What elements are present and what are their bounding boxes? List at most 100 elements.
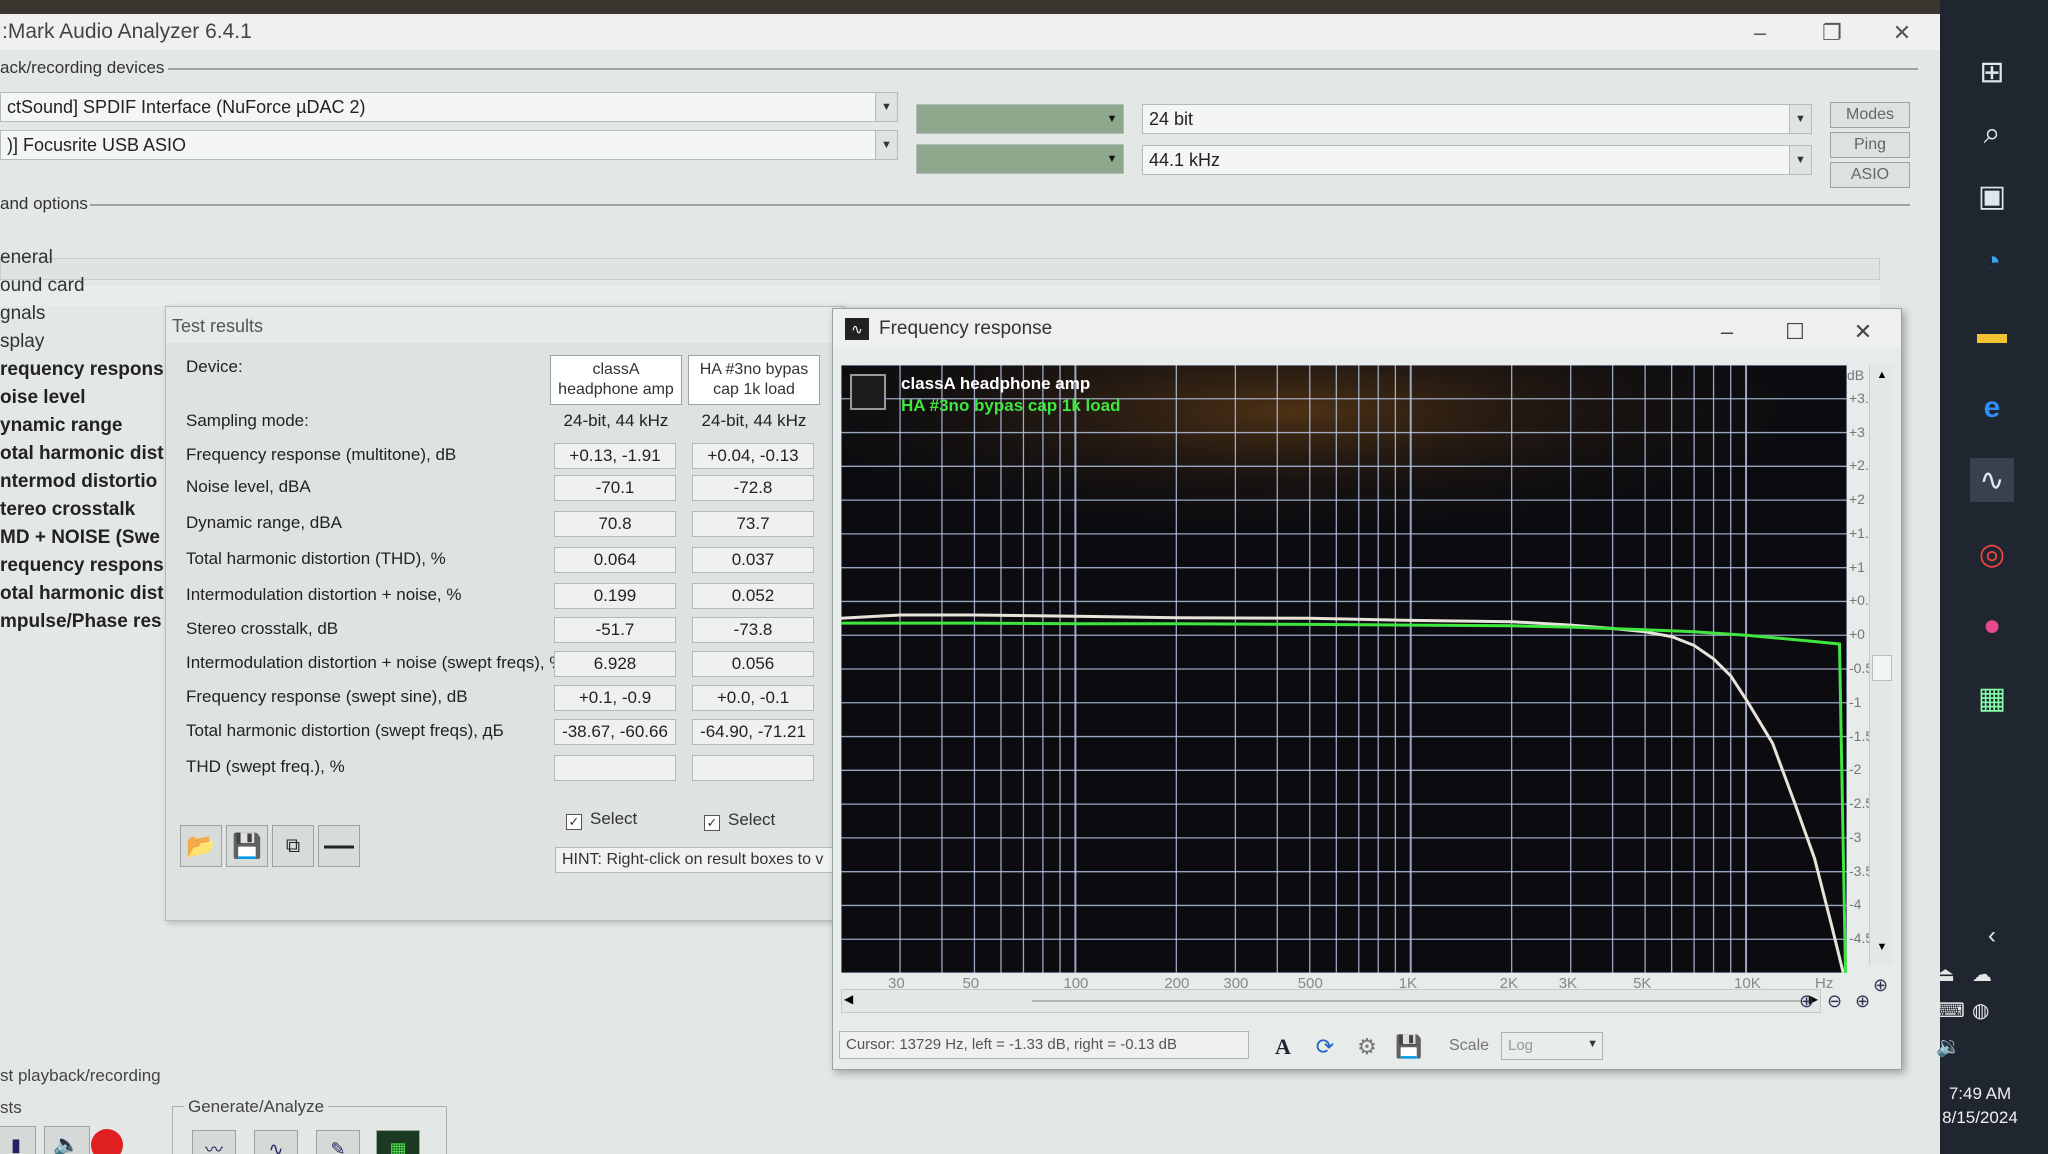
result-box[interactable]: -51.7	[554, 617, 676, 643]
asio-button[interactable]: ASIO	[1830, 162, 1910, 188]
nav-item-general[interactable]: eneral	[0, 244, 170, 272]
result-box[interactable]: -70.1	[554, 475, 676, 501]
nav-item-sound-card[interactable]: ound card	[0, 272, 170, 300]
tool-button[interactable]: ▮	[0, 1126, 36, 1154]
maximize-icon[interactable]: ❐	[1812, 20, 1852, 46]
font-icon[interactable]: A	[1265, 1031, 1301, 1063]
zoom-out-icon[interactable]: ⊖	[1827, 991, 1842, 1012]
nav-item-imd-noise-swept[interactable]: MD + NOISE (Swe	[0, 524, 170, 552]
copy-icon[interactable]: ⧉	[272, 825, 314, 867]
result-box[interactable]: +0.13, -1.91	[554, 443, 676, 469]
zoom-in-vertical-icon[interactable]: ⊕	[1873, 975, 1888, 996]
result-box[interactable]: 0.064	[554, 547, 676, 573]
minimize-icon[interactable]: –	[1707, 319, 1747, 345]
graph-mode-icon[interactable]	[850, 374, 886, 410]
nav-item-intermod[interactable]: ntermod distortio	[0, 468, 170, 496]
frequency-response-chart[interactable]: classA headphone amp HA #3no bypas cap 1…	[841, 365, 1847, 973]
open-folder-icon[interactable]: 📂	[180, 825, 222, 867]
chart-app-icon[interactable]: ▦	[1970, 676, 2014, 720]
file-explorer-icon[interactable]: ▬	[1970, 312, 2014, 356]
result-box[interactable]: -73.8	[692, 617, 814, 643]
playback-device-select[interactable]: ctSound] SPDIF Interface (NuForce µDAC 2…	[0, 92, 898, 122]
search-icon[interactable]: ⌕	[1970, 112, 2014, 156]
nav-item-thd-swept[interactable]: otal harmonic dist	[0, 580, 170, 608]
close-icon[interactable]: ✕	[1843, 319, 1883, 345]
media-app-icon[interactable]: ◎	[1970, 532, 2014, 576]
nav-item-display[interactable]: splay	[0, 328, 170, 356]
result-box[interactable]: 6.928	[554, 651, 676, 677]
result-box[interactable]: 0.037	[692, 547, 814, 573]
cloud-icon[interactable]: ☁	[1972, 962, 1992, 987]
horizontal-scrollbar[interactable]: ◀ ▶	[841, 989, 1821, 1013]
close-icon[interactable]: ✕	[1882, 20, 1922, 46]
recording-device-select[interactable]: )] Focusrite USB ASIO ▼	[0, 130, 898, 160]
result-box[interactable]: +0.04, -0.13	[692, 443, 814, 469]
result-column-header-1[interactable]: classA headphone amp	[550, 355, 682, 405]
refresh-icon[interactable]: ⟳	[1307, 1031, 1343, 1063]
nav-item-signals[interactable]: gnals	[0, 300, 170, 328]
keyboard-icon[interactable]: ⌨	[1936, 998, 1965, 1023]
ping-button[interactable]: Ping	[1830, 132, 1910, 158]
select-checkbox-1[interactable]: ✓ Select	[566, 809, 637, 830]
spectrum-icon[interactable]: ▦	[376, 1130, 420, 1154]
result-box[interactable]	[554, 755, 676, 781]
vertical-scroll-thumb[interactable]	[1872, 655, 1892, 681]
save-icon[interactable]: 💾	[226, 825, 268, 867]
modes-button[interactable]: Modes	[1830, 102, 1910, 128]
minimize-icon[interactable]: –	[1740, 20, 1780, 46]
nav-item-frequency-response[interactable]: requency respons	[0, 356, 170, 384]
zoom-fit-icon[interactable]: ⊕	[1799, 991, 1814, 1012]
result-box[interactable]	[692, 755, 814, 781]
recording-channel-select[interactable]: ▼	[916, 144, 1124, 174]
scale-select[interactable]: Log ▼	[1501, 1032, 1603, 1060]
result-box[interactable]: 0.199	[554, 583, 676, 609]
y-tick-label: -1	[1849, 693, 1862, 710]
result-box[interactable]: -38.67, -60.66	[554, 719, 676, 745]
record-button[interactable]	[84, 1126, 130, 1154]
wizard-icon[interactable]: ✎	[316, 1130, 360, 1154]
edge-browser-icon[interactable]: ◔	[1970, 240, 2014, 284]
generate-signal-icon[interactable]: 〰	[192, 1130, 236, 1154]
save-icon[interactable]: 💾	[1391, 1031, 1427, 1063]
vivaldi-browser-icon[interactable]: ●	[1970, 604, 2014, 648]
result-box[interactable]: 0.052	[692, 583, 814, 609]
windows-start-icon[interactable]: ⊞	[1970, 50, 2014, 94]
usb-icon[interactable]: ⏏	[1936, 962, 1955, 987]
maximize-icon[interactable]: ☐	[1775, 319, 1815, 345]
result-box[interactable]: +0.0, -0.1	[692, 685, 814, 711]
vertical-scrollbar[interactable]: ▲ ▼	[1869, 365, 1893, 965]
chevron-left-icon[interactable]: ‹	[1970, 914, 2014, 958]
result-box[interactable]: 73.7	[692, 511, 814, 537]
result-box[interactable]: -72.8	[692, 475, 814, 501]
nav-item-stereo-crosstalk[interactable]: tereo crosstalk	[0, 496, 170, 524]
task-view-icon[interactable]: ▣	[1970, 174, 2014, 218]
nav-item-thd[interactable]: otal harmonic dist	[0, 440, 170, 468]
settings-wrench-icon[interactable]: ⚙	[1349, 1031, 1385, 1063]
hint-text: HINT: Right-click on result boxes to v	[555, 847, 845, 873]
nav-item-frequency-response-swept[interactable]: requency respons	[0, 552, 170, 580]
nav-item-impulse-phase[interactable]: mpulse/Phase res	[0, 608, 170, 636]
result-box[interactable]: 70.8	[554, 511, 676, 537]
analyze-wave-icon[interactable]: ∿	[254, 1130, 298, 1154]
scroll-up-icon[interactable]: ▲	[1873, 369, 1891, 389]
scroll-left-icon[interactable]: ◀	[844, 992, 853, 1006]
result-row-label: THD (swept freq.), %	[186, 757, 345, 776]
result-box[interactable]: +0.1, -0.9	[554, 685, 676, 711]
scroll-down-icon[interactable]: ▼	[1873, 941, 1891, 961]
audio-analyzer-taskbar-icon[interactable]: ∿	[1970, 458, 2014, 502]
network-globe-icon[interactable]: ◍	[1972, 998, 1989, 1023]
sample-rate-select[interactable]: 44.1 kHz ▼	[1142, 145, 1812, 175]
internet-explorer-icon[interactable]: e	[1970, 386, 2014, 430]
select-checkbox-2[interactable]: ✓ Select	[704, 810, 775, 831]
nav-item-noise-level[interactable]: oise level	[0, 384, 170, 412]
volume-icon[interactable]: 🔉	[1936, 1034, 1961, 1059]
bit-depth-select[interactable]: 24 bit ▼	[1142, 104, 1812, 134]
remove-icon[interactable]: —	[318, 825, 360, 867]
system-clock[interactable]: 7:49 AM 8/15/2024	[1930, 1082, 2030, 1130]
result-box[interactable]: -64.90, -71.21	[692, 719, 814, 745]
result-column-header-2[interactable]: HA #3no bypas cap 1k load	[688, 355, 820, 405]
zoom-in-icon[interactable]: ⊕	[1855, 991, 1870, 1012]
nav-item-dynamic-range[interactable]: ynamic range	[0, 412, 170, 440]
playback-channel-select[interactable]: ▼	[916, 104, 1124, 134]
result-box[interactable]: 0.056	[692, 651, 814, 677]
